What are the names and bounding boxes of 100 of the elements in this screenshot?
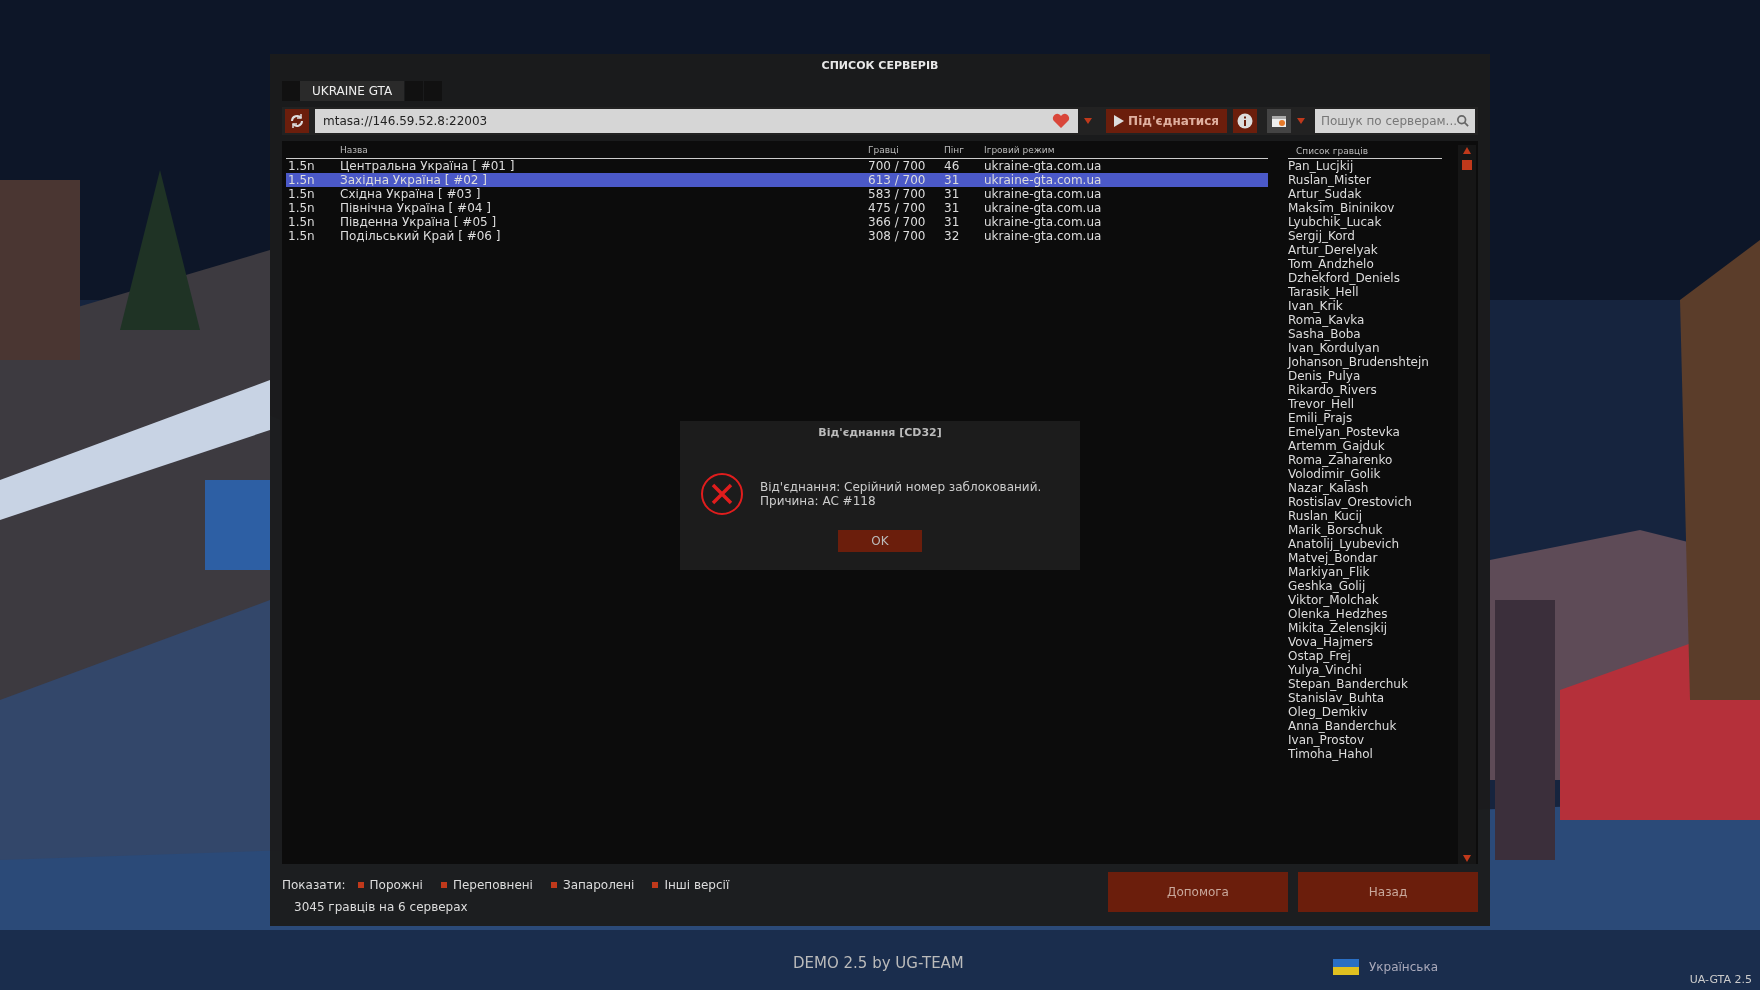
column-header[interactable]: Пінг — [944, 144, 984, 158]
ping-text: 31 — [944, 214, 961, 229]
player-name: Ruslan_Mister — [1288, 172, 1372, 187]
player-name: Matvej_Bondar — [1288, 550, 1378, 565]
version-text: 1.5n — [287, 228, 316, 243]
player-name: Sasha_Boba — [1288, 326, 1361, 341]
player-name: Ruslan_Kucij — [1288, 508, 1363, 523]
player-name: Ostap_Frej — [1288, 648, 1351, 663]
footer-button[interactable]: Допомога — [1108, 872, 1288, 912]
version-text: 1.5n — [287, 200, 316, 215]
server-row[interactable]: 1.5n Східна Україна [ #03 ] 583 / 700 31 ukraine-gta.com.ua — [286, 186, 1268, 201]
refresh-button[interactable] — [285, 108, 309, 133]
footer-button[interactable]: Назад — [1298, 872, 1478, 912]
version-text: 1.5n — [287, 186, 316, 201]
player-name: Markiyan_Flik — [1288, 564, 1370, 579]
server-name: Західна Україна [ #02 ] — [340, 172, 488, 187]
gamemode-text: ukraine-gta.com.ua — [984, 172, 1102, 187]
info-button[interactable] — [1233, 108, 1257, 133]
player-name: Emelyan_Postevka — [1288, 424, 1401, 439]
filter-checkbox[interactable]: Запаролені — [550, 876, 635, 894]
player-count: 308 / 700 — [868, 228, 927, 243]
player-name: Ivan_Kordulyan — [1288, 340, 1381, 355]
version-text: 1.5n — [287, 214, 316, 229]
player-name: Artur_Sudak — [1288, 186, 1362, 201]
server-row[interactable]: 1.5n Північна Україна [ #04 ] 475 / 700 31 ukraine-gta.com.ua — [286, 200, 1268, 215]
scrollbar[interactable] — [1458, 144, 1476, 864]
player-name: Stanislav_Buhta — [1288, 690, 1385, 705]
player-name: Trevor_Hell — [1288, 396, 1355, 411]
version-text: 1.5n — [287, 158, 316, 173]
address-text: mtasa://146.59.52.8:22003 — [323, 112, 489, 130]
player-name: Sergij_Kord — [1288, 228, 1355, 243]
address-field[interactable]: mtasa://146.59.52.8:22003 — [315, 108, 1079, 133]
player-name: Marik_Borschuk — [1288, 522, 1384, 537]
player-name: Artur_Derelyak — [1288, 242, 1379, 257]
ping-text: 31 — [944, 172, 961, 187]
player-name: Pan_Lucjkij — [1288, 158, 1355, 173]
refresh-icon — [289, 112, 305, 129]
server-row[interactable]: 1.5n Подільський Край [ #06 ] 308 / 700 32 ukraine-gta.com.ua — [286, 228, 1268, 243]
filter-checkbox[interactable]: Порожні — [357, 876, 423, 894]
gamemode-text: ukraine-gta.com.ua — [984, 158, 1102, 173]
tab[interactable]: UKRAINE GTA — [300, 80, 405, 101]
server-name: Східна Україна [ #03 ] — [340, 186, 482, 201]
filter-checkbox[interactable]: Переповнені — [440, 876, 533, 894]
flag-icon — [1333, 959, 1359, 975]
player-name: Johanson_Brudenshtejn — [1288, 354, 1430, 369]
server-row[interactable]: 1.5n Західна Україна [ #02 ] 613 / 700 31 ukraine-gta.com.ua — [286, 172, 1268, 187]
player-count: 583 / 700 — [868, 186, 927, 201]
player-name: Tarasik_Hell — [1288, 284, 1359, 299]
server-name: Південна Україна [ #05 ] — [340, 214, 498, 229]
filter-label: Показати: — [282, 877, 346, 894]
player-name: Geshka_Golij — [1288, 578, 1366, 593]
server-row[interactable]: 1.5n Південна Україна [ #05 ] 366 / 700 31 ukraine-gta.com.ua — [286, 214, 1268, 229]
player-name: Yulya_Vinchi — [1288, 662, 1363, 677]
player-name: Volodimir_Golik — [1288, 466, 1381, 481]
scroll-up-icon[interactable] — [1463, 146, 1471, 154]
server-name: Центральна Україна [ #01 ] — [340, 158, 516, 173]
player-name: Anna_Banderchuk — [1288, 718, 1398, 733]
column-header[interactable]: Ігровий режим — [984, 144, 1055, 158]
player-count: 700 / 700 — [868, 158, 927, 173]
player-name: Vova_Hajmers — [1288, 634, 1374, 649]
dialog-message: Причина: AC #118 — [760, 493, 876, 508]
player-count: 613 / 700 — [868, 172, 927, 187]
info-icon — [1237, 112, 1253, 129]
player-name: Ivan_Krik — [1288, 298, 1343, 313]
player-count: 475 / 700 — [868, 200, 927, 215]
scroll-down-icon[interactable] — [1463, 855, 1471, 862]
server-row[interactable]: 1.5n Центральна Україна [ #01 ] 700 / 700 46 ukraine-gta.com.ua — [286, 158, 1268, 173]
heart-icon[interactable] — [1052, 112, 1071, 129]
credit-text: DEMO 2.5 by UG-TEAM — [793, 953, 964, 974]
ok-button[interactable]: OK — [838, 529, 922, 552]
server-name: Подільський Край [ #06 ] — [340, 228, 502, 243]
dropdown-arrow-icon[interactable] — [1084, 117, 1093, 124]
player-name: Roma_Kavka — [1288, 312, 1366, 327]
player-name: Emili_Prajs — [1288, 410, 1354, 425]
gamemode-text: ukraine-gta.com.ua — [984, 200, 1102, 215]
player-name: Dzhekford_Deniels — [1288, 270, 1401, 285]
player-name: Rostislav_Orestovich — [1288, 494, 1413, 509]
player-name: Denis_Pulya — [1288, 368, 1361, 383]
column-header[interactable]: Назва — [340, 144, 868, 158]
dialog-message: Від'єднання: Серійний номер заблокований. — [760, 479, 1042, 494]
column-header[interactable]: Гравці — [868, 144, 944, 158]
player-count: 366 / 700 — [868, 214, 927, 229]
server-name: Північна Україна [ #04 ] — [340, 200, 492, 215]
ping-text: 31 — [944, 186, 961, 201]
filter-checkbox[interactable]: Інші версії — [652, 876, 730, 894]
error-icon — [700, 471, 744, 516]
search-icon — [1457, 113, 1469, 128]
search-placeholder: Пошук по серверам... — [1321, 112, 1458, 130]
player-name: Oleg_Demkiv — [1288, 704, 1368, 719]
connect-button[interactable]: Під'єднатися — [1106, 108, 1227, 133]
ping-text: 31 — [944, 200, 961, 215]
ping-text: 32 — [944, 228, 961, 243]
player-name: Nazar_Kalash — [1288, 480, 1369, 495]
dropdown-arrow-icon[interactable] — [1297, 117, 1305, 124]
scroll-thumb[interactable] — [1462, 159, 1472, 170]
language-text[interactable]: Українська — [1369, 958, 1438, 976]
server-button[interactable] — [1267, 108, 1291, 133]
player-name: Maksim_Bininikov — [1288, 200, 1396, 215]
player-name: Viktor_Molchak — [1288, 592, 1380, 607]
player-name: Roma_Zaharenko — [1288, 452, 1394, 467]
